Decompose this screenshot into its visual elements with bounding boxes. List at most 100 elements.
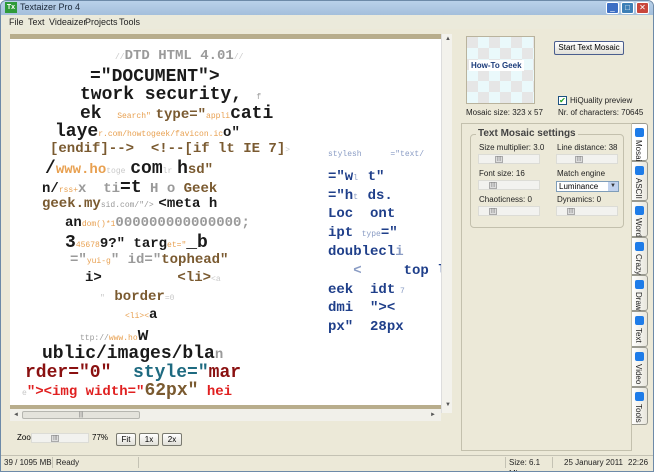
tab-draw[interactable]: Draw xyxy=(632,275,648,311)
status-empty xyxy=(139,457,506,468)
mosaic-text-segment: yui-g xyxy=(86,256,111,266)
chevron-down-icon[interactable]: ▼ xyxy=(608,182,618,191)
mosaic-line: i> <li><a xyxy=(85,271,221,285)
mosaic-text-segment: Search" xyxy=(112,111,156,121)
tab-icon xyxy=(635,206,644,215)
mosaic-preview-image: How-To Geek xyxy=(466,36,535,104)
tab-video[interactable]: Video xyxy=(632,347,648,387)
tab-text[interactable]: Text xyxy=(632,311,648,347)
vertical-scrollbar[interactable]: ▲ ▼ xyxy=(441,34,452,413)
hiquality-checkbox[interactable]: ✔ xyxy=(558,96,567,105)
mosaic-text-segment: ">< xyxy=(370,300,396,317)
mosaic-text-segment: ipt xyxy=(328,225,362,242)
menu-text[interactable]: Text xyxy=(28,17,45,27)
menu-tools[interactable]: Tools xyxy=(119,17,140,27)
mosaic-text-segment: top xyxy=(403,262,438,279)
size-multiplier-slider[interactable]: ||| xyxy=(478,154,540,164)
menu-videaizer[interactable]: Videaizer xyxy=(49,17,86,27)
mosaic-text-segment: =t xyxy=(120,177,142,198)
mosaic-text-segment: rder="0" xyxy=(25,362,112,383)
line-distance-label: Line distance: 38 xyxy=(557,143,618,152)
slider-thumb[interactable]: ||| xyxy=(489,182,497,189)
fit-button[interactable]: Fit xyxy=(116,433,136,446)
mosaic-text-segment: hei xyxy=(198,384,233,400)
mosaic-text-segment: =" xyxy=(70,251,87,268)
start-text-mosaic-button[interactable]: Start Text Mosaic xyxy=(554,41,624,55)
mosaic-text-segment: doublecl xyxy=(328,244,396,260)
mosaic-line: n/rss+x ti=t H o Geek xyxy=(42,179,217,197)
mosaic-text-segment: 7 xyxy=(395,286,405,296)
mosaic-text-segment: idt xyxy=(370,281,396,298)
tab-word[interactable]: Word xyxy=(632,201,648,237)
mosaic-line-right: Loc ont xyxy=(328,207,395,221)
mosaic-text-segment: i xyxy=(395,244,404,260)
mosaic-line-right: doublecli xyxy=(328,245,404,259)
mosaic-text-segment: h xyxy=(177,159,188,179)
status-text: Ready xyxy=(53,457,139,468)
settings-title: Text Mosaic settings xyxy=(476,128,578,139)
maximize-button[interactable]: □ xyxy=(621,2,634,14)
mosaic-text-segment: sid.com/"/> xyxy=(100,201,159,210)
mosaic-line-right: px" 28px xyxy=(328,320,404,334)
window-title: Textaizer Pro 4 xyxy=(20,2,81,12)
slider-thumb[interactable]: ||| xyxy=(51,435,60,442)
match-engine-select[interactable]: Luminance ▼ xyxy=(556,181,619,192)
tab-label: Tools xyxy=(634,404,643,423)
line-distance-slider[interactable]: ||| xyxy=(556,154,618,164)
tab-ascii[interactable]: ASCII xyxy=(632,161,648,201)
zoom-slider[interactable]: ||| xyxy=(31,433,89,443)
mosaic-text-segment: H o xyxy=(141,180,184,197)
mosaic-text-segment: ttp:// xyxy=(80,333,109,343)
mosaic-text-segment: border xyxy=(114,288,165,305)
mosaic-text-segment: www.ho xyxy=(55,162,107,178)
tab-mosaic[interactable]: Mosaic xyxy=(632,123,648,165)
zoom-1x-button[interactable]: 1x xyxy=(139,433,159,446)
app-icon: Tx xyxy=(5,2,17,13)
slider-thumb[interactable]: ||| xyxy=(489,208,497,215)
status-bar: 39 / 1095 MB Ready Size: 6.1 Mb 25 Janua… xyxy=(1,455,653,471)
mosaic-line-right: ="wl t" xyxy=(328,170,384,184)
mosaic-text-segment: style=" xyxy=(111,362,209,383)
slider-thumb[interactable]: ||| xyxy=(495,156,503,163)
mosaic-text-segment: 62px" xyxy=(144,381,199,401)
tab-crazy[interactable]: Crazy xyxy=(632,237,648,275)
mosaic-text-segment: ublic/images/bla xyxy=(42,344,215,364)
mosaic-text-segment: // xyxy=(115,53,125,62)
menu-file[interactable]: File xyxy=(9,17,24,27)
scroll-thumb[interactable]: ||| xyxy=(22,411,140,419)
mosaic-text-segment: [endif]--> <!--[if lt IE 7] xyxy=(50,140,286,157)
menu-projects[interactable]: Projects xyxy=(85,17,118,27)
mosaic-line: " border=0 xyxy=(100,290,174,304)
mosaic-text-segment: " id=" xyxy=(110,251,162,268)
mosaic-text-segment: l xyxy=(353,173,368,183)
dynamics-slider[interactable]: ||| xyxy=(556,206,618,216)
mosaic-text-segment: 000000000000000; xyxy=(115,214,250,231)
close-button[interactable]: ✕ xyxy=(636,2,649,14)
chaoticness-slider[interactable]: ||| xyxy=(478,206,540,216)
tab-tools[interactable]: Tools xyxy=(632,387,648,425)
mosaic-text-segment: n xyxy=(214,347,224,363)
horizontal-scrollbar[interactable]: ◄ ||| ► xyxy=(10,409,441,421)
mosaic-text-segment: ds. xyxy=(367,187,393,204)
how-to-geek-logo: How-To Geek xyxy=(469,60,524,71)
slider-thumb[interactable]: ||| xyxy=(567,208,575,215)
dynamics-label: Dynamics: 0 xyxy=(557,195,602,204)
mosaic-text-segment: tophead" xyxy=(161,251,229,268)
mosaic-line: ="yui-g" id="tophead" xyxy=(70,253,228,267)
mosaic-text-segment: w xyxy=(137,325,149,346)
mosaic-text-segment: t xyxy=(353,192,368,202)
mosaic-text-segment: et=" xyxy=(167,241,187,250)
mosaic-line: <li><a xyxy=(125,308,157,322)
mosaic-text-segment: _b xyxy=(186,233,208,253)
mosaic-line: rder="0" style="mar xyxy=(25,364,241,382)
font-size-slider[interactable]: ||| xyxy=(478,180,540,190)
mosaic-text-segment: > xyxy=(285,145,291,155)
mosaic-text-segment: <li> xyxy=(101,270,212,286)
mosaic-text-segment: laye xyxy=(55,122,99,142)
mosaic-size: Mosaic size: 323 x 57 xyxy=(466,108,543,117)
slider-thumb[interactable]: ||| xyxy=(575,156,583,163)
mosaic-line: geek.mysid.com/"/> <meta h xyxy=(42,197,217,211)
tab-icon xyxy=(635,316,644,325)
minimize-button[interactable]: _ xyxy=(606,2,619,14)
zoom-2x-button[interactable]: 2x xyxy=(162,433,182,446)
